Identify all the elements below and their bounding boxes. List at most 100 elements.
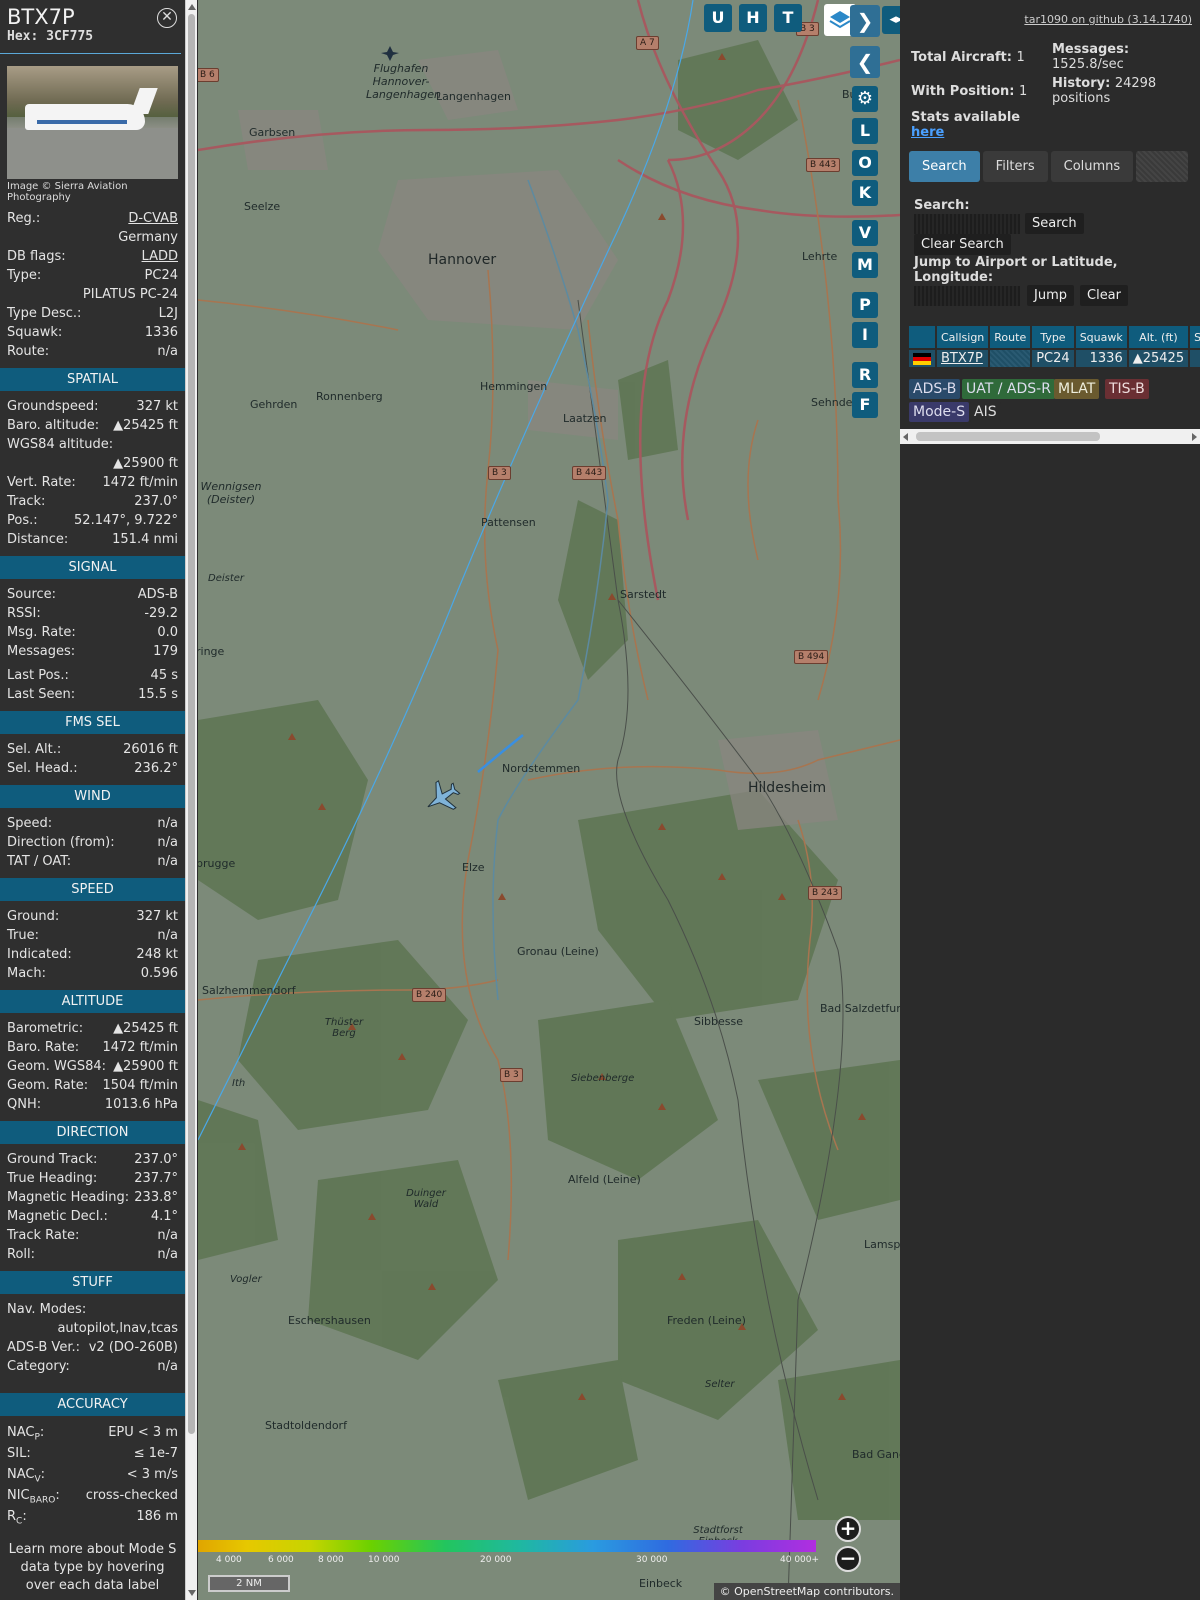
hex-value: 3CF775	[46, 29, 94, 44]
info-label: Source:	[7, 587, 57, 602]
column-header[interactable]: Squawk	[1075, 326, 1127, 348]
horizontal-scroll-thumb[interactable]	[916, 432, 1100, 441]
map-button-k[interactable]: K	[852, 180, 878, 206]
search-label: Search:	[914, 198, 970, 213]
column-header[interactable]: Route	[990, 326, 1031, 348]
clear-search-button[interactable]: Clear Search	[914, 234, 1011, 255]
city-label: Siebenberge	[571, 1073, 635, 1084]
stats-available-label: Stats available	[911, 110, 1021, 125]
source-chip-ais: AIS	[970, 402, 1001, 422]
info-label: Baro. Rate:	[7, 1040, 80, 1055]
github-link[interactable]: tar1090 on github (3.14.1740)	[1024, 13, 1192, 26]
zoom-out-icon[interactable]: −	[835, 1546, 861, 1572]
city-label: Stadtoldendorf	[265, 1419, 347, 1432]
city-label: Pattensen	[481, 516, 536, 529]
info-row: QNH: 1013.6 hPa	[0, 1095, 185, 1114]
scroll-down-icon[interactable]	[188, 1590, 196, 1596]
info-row: Pos.: 52.147°, 9.722°	[0, 511, 185, 530]
map-button-v[interactable]: V	[852, 220, 878, 246]
scroll-right-icon[interactable]	[1192, 433, 1197, 441]
history-stat: History: 24298 positions	[1052, 76, 1182, 106]
info-label: Squawk:	[7, 325, 63, 340]
info-value[interactable]: LADD	[142, 247, 178, 266]
info-row: Last Seen: 15.5 s	[0, 685, 185, 704]
tab-columns[interactable]: Columns	[1050, 151, 1134, 182]
map-button-h[interactable]: H	[739, 4, 767, 32]
info-value[interactable]: D-CVAB	[128, 209, 178, 228]
stats-here-link[interactable]: here	[911, 125, 944, 140]
info-value: PC24	[144, 268, 178, 283]
tab-search[interactable]: Search	[909, 151, 980, 182]
section-header-stuff: STUFF	[0, 1271, 185, 1294]
collapse-panel-icon[interactable]: ❮	[850, 46, 880, 78]
info-row: Germany	[0, 228, 185, 247]
info-label: Pos.:	[7, 513, 38, 528]
info-value: 26016 ft	[123, 742, 178, 757]
map-button-o[interactable]: O	[852, 150, 878, 176]
column-header[interactable]: Callsign	[937, 326, 989, 348]
info-row: TAT / OAT: n/a	[0, 852, 185, 871]
toggle-layout-icon[interactable]: ◂▸	[882, 6, 900, 34]
info-value: 0.0	[157, 625, 178, 640]
jump-button[interactable]: Jump	[1027, 285, 1074, 306]
map-button-r[interactable]: R	[852, 362, 878, 388]
map-button-p[interactable]: P	[852, 292, 878, 318]
photo-credit: Image © Sierra Aviation Photography	[7, 181, 128, 203]
expand-panel-icon[interactable]: ❯	[850, 5, 880, 37]
table-body: BTX7P PC24 1336 ▲25425	[909, 350, 1200, 367]
table-row[interactable]: BTX7P PC24 1336 ▲25425	[909, 350, 1200, 367]
map-button-t[interactable]: T	[774, 4, 802, 32]
info-row: NACV: < 3 m/s	[0, 1464, 185, 1485]
info-value: L2J	[158, 306, 178, 321]
map-button-f[interactable]: F	[852, 392, 878, 418]
map-button-m[interactable]: M	[852, 252, 878, 278]
scroll-thumb[interactable]	[188, 14, 195, 1434]
jump-input[interactable]	[914, 286, 1020, 306]
column-header[interactable]: Spd	[1190, 326, 1200, 348]
aircraft-details: Reg.: D-CVAB Germany DB flags: LADD Type: PC24…	[0, 209, 185, 361]
info-label: DB flags:	[7, 249, 66, 264]
map-button-u[interactable]: U	[704, 4, 732, 32]
accuracy-rows: NACP: EPU < 3 m SIL: ≤ 1e-7 NACV: < 3 m/s NICB…	[0, 1422, 185, 1527]
table-horizontal-scrollbar[interactable]	[900, 429, 1200, 444]
scroll-up-icon[interactable]	[188, 4, 196, 10]
search-input[interactable]	[914, 214, 1020, 234]
aircraft-photo[interactable]	[7, 66, 178, 179]
info-value: ADS-B	[137, 587, 178, 602]
scroll-left-icon[interactable]	[903, 433, 908, 441]
close-icon[interactable]: ✕	[157, 8, 177, 28]
column-header[interactable]	[909, 326, 935, 348]
info-label: Ground Track:	[7, 1152, 98, 1167]
info-row: Source: ADS-B	[0, 585, 185, 604]
settings-gear-icon[interactable]: ⚙	[852, 86, 878, 112]
tab-filters[interactable]: Filters	[982, 151, 1048, 182]
map-button-i[interactable]: I	[852, 322, 878, 348]
cell-callsign[interactable]: BTX7P	[937, 350, 989, 367]
info-value: n/a	[157, 344, 178, 359]
road-label: B 240	[412, 988, 447, 1002]
search-button[interactable]: Search	[1025, 213, 1084, 234]
info-value: ▲25425 ft	[113, 418, 178, 433]
column-header[interactable]: Alt. (ft)	[1128, 326, 1189, 348]
info-row: Mach: 0.596	[0, 964, 185, 983]
info-label-text: NAC	[7, 1467, 35, 1482]
info-value: 0.596	[140, 966, 178, 981]
city-label: brugge	[198, 857, 236, 870]
map-view[interactable]: Hannover Langenhagen Garbsen Seelze Flughafe…	[198, 0, 900, 1600]
germany-flag-icon	[913, 352, 931, 365]
hex-label: Hex:	[7, 29, 39, 44]
map-button-l[interactable]: L	[852, 118, 878, 144]
info-value: 1336	[144, 325, 178, 340]
map-attribution[interactable]: © OpenStreetMap contributors.	[713, 1583, 900, 1600]
column-header[interactable]: Type	[1032, 326, 1074, 348]
cell-alt: ▲25425	[1128, 350, 1189, 367]
info-label: TAT / OAT:	[7, 854, 72, 869]
info-row: Nav. Modes:	[0, 1300, 185, 1319]
zoom-in-icon[interactable]: +	[835, 1516, 861, 1542]
clear-button[interactable]: Clear	[1080, 285, 1128, 306]
road-label: B 243	[808, 886, 843, 900]
city-label: Lamspringe	[864, 1238, 900, 1251]
info-panel-scrollbar[interactable]	[185, 0, 197, 1600]
city-label: Flughafen Hannover-Langenhagen	[366, 62, 441, 101]
messages-label: Messages:	[1052, 42, 1130, 57]
